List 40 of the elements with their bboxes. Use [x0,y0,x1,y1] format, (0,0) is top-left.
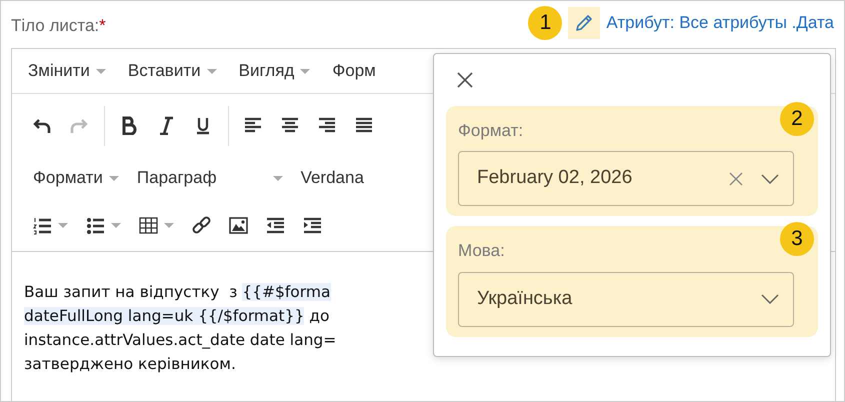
callout-badge: 3 [780,222,814,256]
select-value: February 02, 2026 [477,166,632,190]
ordered-list-icon [33,216,52,234]
menu-item[interactable]: Вставити [124,58,221,84]
close-icon [456,70,474,89]
select-value: Українська [477,286,572,311]
select-field[interactable]: Українська [458,272,794,326]
menu-item[interactable]: Форм [328,58,380,84]
italic-icon [157,116,176,135]
chevron-down-icon[interactable] [761,294,779,304]
field-label: Тіло листа:* [11,15,106,37]
redo-icon [70,116,89,135]
format-dropdown[interactable]: Формати [24,160,128,196]
format-dropdown[interactable]: Параграф [128,160,292,196]
select-field[interactable]: February 02, 2026 [458,151,794,206]
bold-icon [120,116,139,135]
clear-icon[interactable] [729,172,743,186]
link-icon [192,216,211,234]
menu-item[interactable]: Змінити [24,58,110,84]
image-icon [229,216,248,234]
outdent-icon [266,216,285,234]
font-dropdown[interactable]: Verdana [292,160,373,196]
indent-icon [303,216,322,234]
table-icon [139,216,158,234]
body-text-line: instance.attrValues.act_date date lang= [24,330,338,351]
field-label: Мова: [458,240,506,262]
chevron-down-icon[interactable] [761,174,779,184]
callout-badge: 2 [780,102,814,136]
field-label: Формат: [458,120,524,142]
callout-badge: 1 [528,6,562,40]
align-center-icon [281,116,300,135]
attribute-link[interactable]: Атрибут: Все атрибуты .Дата [606,10,834,36]
align-left-icon [244,116,263,135]
bullet-list-icon [86,216,105,234]
menu-item[interactable]: Вигляд [234,58,314,84]
undo-icon [33,116,52,135]
body-text-line: затверджено керівником. [24,354,237,375]
align-justify-icon [355,116,374,135]
pencil-icon[interactable] [574,13,594,33]
align-right-icon [318,116,337,135]
